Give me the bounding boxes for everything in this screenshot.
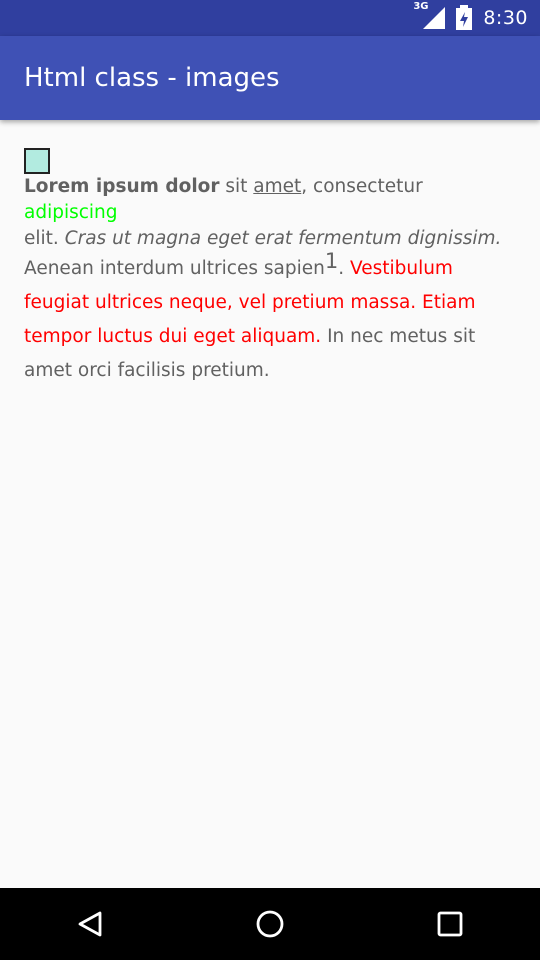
back-icon [78,911,102,937]
battery-icon [456,5,473,30]
navigation-bar [0,888,540,960]
plain-text-3: elit. [24,228,65,249]
back-button[interactable] [70,904,110,944]
recents-button[interactable] [430,904,470,944]
plain-text-5: . [338,258,350,279]
app-bar: Html class - images [0,36,540,120]
network-type-label: 3G [413,1,429,12]
home-button[interactable] [250,904,290,944]
underlined-text: amet [253,176,302,197]
bold-text: Lorem ipsum dolor [24,176,220,197]
status-bar: 3G 8:30 [0,0,540,36]
network-signal: 3G [413,1,447,31]
italic-text: Cras ut magna eget erat fermentum dignis… [64,228,502,249]
recents-icon [437,911,463,937]
home-icon [256,910,284,938]
clock: 8:30 [483,7,528,29]
plain-text-4: Aenean interdum ultrices sapien [24,258,325,279]
app-title: Html class - images [24,63,280,93]
html-content: Lorem ipsum dolor sit amet, consectetur … [24,148,516,388]
green-text: adipiscing [24,202,118,223]
text-first-lines: Lorem ipsum dolor sit amet, consectetur … [24,174,516,252]
plain-text-2: , consectetur [301,176,423,197]
plain-text-1: sit [219,176,254,197]
superscript-text: 1 [324,249,339,273]
embedded-image [24,148,50,174]
